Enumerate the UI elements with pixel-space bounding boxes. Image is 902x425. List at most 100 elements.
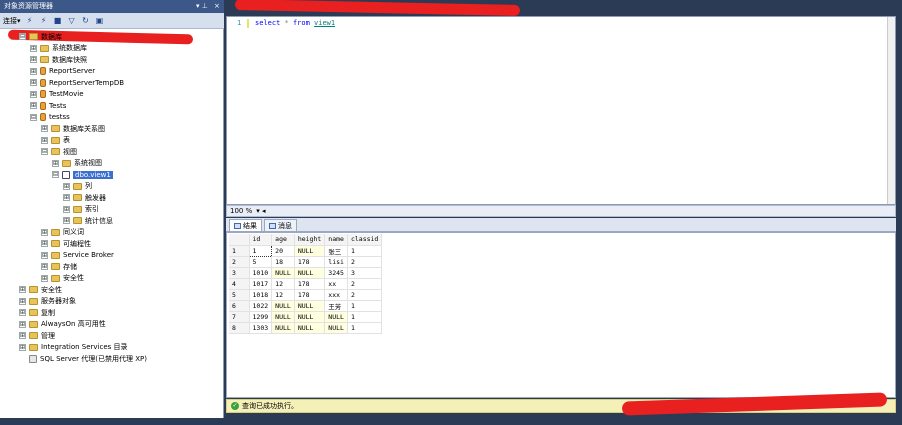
table-cell[interactable]: 3245: [324, 267, 348, 279]
tree-node[interactable]: ⊟ 视图: [41, 146, 77, 157]
table-cell[interactable]: 3: [347, 267, 383, 279]
column-header[interactable]: name: [324, 234, 348, 246]
collapse-icon[interactable]: ⊟: [19, 33, 26, 40]
table-cell[interactable]: NULL: [324, 311, 348, 323]
expand-icon[interactable]: ⊞: [30, 90, 37, 98]
tree-node[interactable]: ⊟ testss: [30, 112, 70, 123]
expand-icon[interactable]: ⊞: [30, 102, 37, 109]
expand-icon[interactable]: ⊞: [63, 194, 70, 201]
collapse-icon[interactable]: ⊟: [30, 113, 37, 121]
zoom-arrow-icon[interactable]: ▾ ◂: [256, 207, 265, 215]
expand-icon[interactable]: ⊞: [30, 79, 37, 86]
expand-icon[interactable]: ⊞: [41, 136, 48, 144]
tree-node[interactable]: SQL Server 代理(已禁用代理 XP): [19, 353, 147, 364]
summary-icon[interactable]: ▣: [95, 15, 105, 27]
code-line[interactable]: select * from view1: [255, 19, 335, 27]
table-cell[interactable]: 2: [347, 289, 383, 301]
table-row[interactable]: 8 1303 NULL NULL NULL 1: [229, 322, 383, 334]
tree-node[interactable]: ⊟ dbo.view1: [52, 169, 113, 180]
tree-node[interactable]: ⊞ 安全性: [41, 273, 84, 284]
table-cell[interactable]: xxx: [324, 289, 348, 301]
table-row[interactable]: 4 1017 12 178 xx 2: [229, 278, 383, 290]
expand-icon[interactable]: ⊞: [19, 297, 26, 305]
expand-icon[interactable]: ⊞: [19, 343, 26, 351]
row-number[interactable]: 2: [229, 256, 250, 268]
table-cell[interactable]: 12: [271, 289, 295, 301]
tree-node[interactable]: ⊞ 管理: [19, 330, 55, 341]
table-cell[interactable]: NULL: [294, 267, 326, 279]
table-row[interactable]: 6 1022 NULL NULL 王芳 1: [229, 300, 383, 312]
table-cell[interactable]: 1: [347, 311, 383, 323]
zoom-select[interactable]: 100 %: [230, 207, 252, 215]
tree-node[interactable]: ⊞ 服务器对象: [19, 296, 76, 307]
tree-node[interactable]: ⊞ 数据库快照: [30, 54, 87, 65]
table-row[interactable]: 7 1299 NULL NULL NULL 1: [229, 311, 383, 323]
expand-icon[interactable]: ⊞: [41, 125, 48, 132]
table-cell[interactable]: 1010: [249, 267, 273, 279]
tree-node[interactable]: ⊞ 表: [41, 135, 70, 146]
table-cell[interactable]: 2: [347, 278, 383, 290]
collapse-icon[interactable]: ⊟: [41, 148, 48, 155]
column-header[interactable]: age: [271, 234, 295, 246]
table-row[interactable]: 5 1018 12 178 xxx 2: [229, 289, 383, 301]
tree-node[interactable]: ⊞ 数据库关系图: [41, 123, 105, 134]
table-cell[interactable]: 178: [294, 256, 326, 268]
table-cell[interactable]: 1022: [249, 300, 273, 312]
column-header[interactable]: height: [294, 234, 326, 246]
table-cell[interactable]: NULL: [294, 300, 326, 312]
table-cell[interactable]: NULL: [271, 322, 295, 334]
row-number[interactable]: 8: [229, 322, 250, 334]
table-cell[interactable]: 1018: [249, 289, 273, 301]
table-cell[interactable]: lisi: [324, 256, 348, 268]
tree-node[interactable]: ⊞ 索引: [63, 204, 99, 215]
row-number[interactable]: 1: [229, 245, 250, 257]
stop-icon[interactable]: ■: [53, 15, 63, 27]
collapse-icon[interactable]: ⊟: [52, 171, 59, 178]
table-cell[interactable]: NULL: [294, 245, 326, 257]
expand-icon[interactable]: ⊞: [41, 251, 48, 259]
table-cell[interactable]: 20: [271, 245, 295, 257]
table-cell[interactable]: xx: [324, 278, 348, 290]
table-cell[interactable]: 1303: [249, 322, 273, 334]
expand-icon[interactable]: ⊞: [19, 332, 26, 339]
connect-button[interactable]: 连接▾: [3, 15, 21, 27]
row-number[interactable]: 3: [229, 267, 250, 279]
table-cell[interactable]: NULL: [271, 311, 295, 323]
tree-node[interactable]: ⊞ 安全性: [19, 284, 62, 295]
row-number[interactable]: 7: [229, 311, 250, 323]
row-number[interactable]: 4: [229, 278, 250, 290]
disconnect-icon[interactable]: ⚡: [39, 15, 49, 27]
expand-icon[interactable]: ⊞: [63, 217, 70, 224]
table-cell[interactable]: 张三: [324, 245, 348, 257]
expand-icon[interactable]: ⊞: [41, 228, 48, 236]
table-cell[interactable]: NULL: [271, 267, 295, 279]
table-row[interactable]: 2 5 18 178 lisi 2: [229, 256, 383, 268]
expand-icon[interactable]: ⊞: [19, 286, 26, 293]
table-cell[interactable]: 178: [294, 278, 326, 290]
expand-icon[interactable]: ⊞: [41, 240, 48, 247]
expand-icon[interactable]: ⊞: [41, 274, 48, 282]
tab-results[interactable]: 结果: [229, 219, 262, 231]
pin-icon[interactable]: ▾ ⊥: [196, 0, 208, 13]
expand-icon[interactable]: ⊞: [63, 205, 70, 213]
expand-icon[interactable]: ⊞: [19, 320, 26, 328]
table-row[interactable]: 1 1 20 NULL 张三 1: [229, 244, 383, 257]
editor-scrollbar[interactable]: [887, 17, 895, 204]
table-cell[interactable]: NULL: [324, 322, 348, 334]
tree-node[interactable]: ⊞ Integration Services 目录: [19, 342, 128, 353]
table-cell[interactable]: 1: [347, 300, 383, 312]
tree-node[interactable]: ⊟ 数据库: [19, 31, 62, 42]
table-cell[interactable]: 18: [271, 256, 295, 268]
tree-node[interactable]: ⊞ ReportServer: [30, 66, 95, 77]
table-cell[interactable]: 2: [347, 256, 383, 268]
tab-messages[interactable]: 消息: [264, 219, 297, 231]
expand-icon[interactable]: ⊞: [19, 309, 26, 316]
table-cell[interactable]: NULL: [271, 300, 295, 312]
tree-node[interactable]: ⊞ 系统视图: [52, 158, 102, 169]
table-cell[interactable]: 王芳: [324, 300, 348, 312]
tree-node[interactable]: ⊞ ReportServerTempDB: [30, 77, 124, 88]
tree-node[interactable]: ⊞ Service Broker: [41, 250, 114, 261]
row-number[interactable]: 5: [229, 289, 250, 301]
tree-node[interactable]: ⊞ 复制: [19, 307, 55, 318]
table-cell[interactable]: 5: [249, 256, 273, 268]
